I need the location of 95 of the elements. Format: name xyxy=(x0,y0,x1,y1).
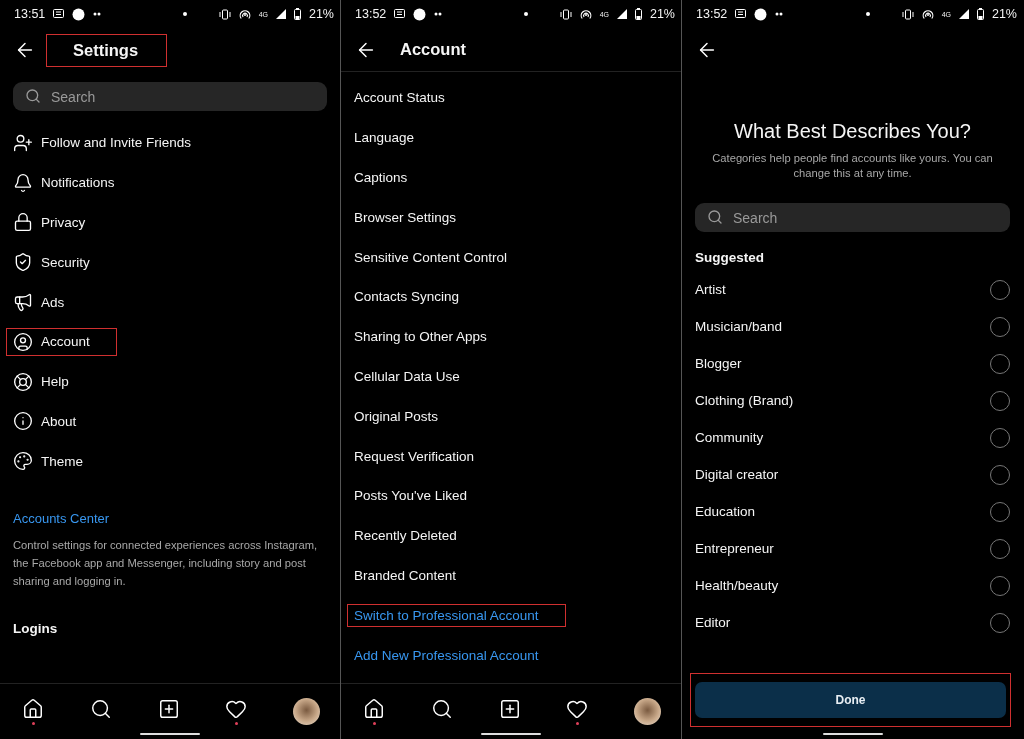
home-icon[interactable] xyxy=(22,698,44,725)
section-title: Suggested xyxy=(695,250,765,266)
battery-icon xyxy=(976,8,984,20)
section-title: Logins xyxy=(13,620,59,636)
dot-icon xyxy=(182,12,187,16)
home-icon[interactable] xyxy=(363,698,385,725)
battery-icon xyxy=(634,8,642,20)
menu-item[interactable]: Sharing to Other Apps xyxy=(347,325,494,349)
page-subtitle: Categories help people find accounts like yours. You can change this at any time. xyxy=(711,151,994,182)
circle-icon xyxy=(72,7,86,21)
menu-item[interactable]: Recently Deleted xyxy=(347,524,464,548)
signal-icon xyxy=(958,9,969,19)
menu-item-icon xyxy=(13,212,33,233)
dot-icon xyxy=(523,12,528,16)
home-indicator xyxy=(140,733,200,735)
page-title: What Best Describes You? xyxy=(733,120,972,143)
menu-item[interactable]: Notifications xyxy=(6,168,122,197)
dots-icon xyxy=(434,12,443,16)
menu-item-icon xyxy=(13,172,33,193)
signal-icon xyxy=(616,9,627,19)
category-label: Blogger xyxy=(695,354,742,373)
menu-item[interactable]: Sensitive Content Control xyxy=(347,245,515,269)
menu-item[interactable]: Privacy xyxy=(6,208,93,237)
screen-title: Account xyxy=(399,39,467,60)
menu-item[interactable]: Account Status xyxy=(347,86,452,110)
menu-item-icon xyxy=(13,411,33,432)
message-icon xyxy=(53,9,65,19)
circle-icon xyxy=(413,7,427,21)
battery-level: 21% xyxy=(649,5,675,23)
search-field[interactable]: Search xyxy=(695,203,1010,233)
hotspot-icon xyxy=(238,8,251,20)
avatar[interactable] xyxy=(293,698,320,725)
search-icon xyxy=(707,209,723,226)
accounts-center-link[interactable]: Accounts Center xyxy=(13,511,327,527)
menu-item-icon xyxy=(13,252,33,273)
message-icon xyxy=(394,9,406,19)
menu-item[interactable]: Account xyxy=(6,327,117,356)
menu-item-icon xyxy=(13,132,33,153)
battery-level: 21% xyxy=(991,5,1017,23)
menu-item[interactable]: Follow and Invite Friends xyxy=(6,128,199,157)
menu-item-icon xyxy=(13,331,33,352)
category-label: Editor xyxy=(695,613,731,632)
heart-icon[interactable] xyxy=(225,698,248,725)
category-label: Community xyxy=(695,428,764,447)
accounts-center-description: Control settings for connected experiences across Instagram, the Facebook app and Messenger, including story and post sharing and logging in. xyxy=(13,538,319,590)
circle-icon xyxy=(754,7,768,21)
signal-icon xyxy=(275,9,286,19)
category-label: Digital creator xyxy=(695,465,779,484)
menu-link[interactable]: Switch to Professional Account xyxy=(347,603,566,627)
menu-item[interactable]: Captions xyxy=(347,166,415,189)
menu-item[interactable]: Branded Content xyxy=(347,563,464,587)
hotspot-icon xyxy=(579,8,592,20)
dot-icon xyxy=(865,12,870,16)
status-time: 13:52 xyxy=(696,5,728,23)
menu-item[interactable]: Request Verification xyxy=(347,444,482,468)
home-indicator xyxy=(481,733,541,735)
category-label: Education xyxy=(695,502,756,521)
category-label: Musician/band xyxy=(695,317,783,336)
battery-level: 21% xyxy=(308,5,334,23)
menu-item[interactable]: Ads xyxy=(6,288,72,317)
battery-icon xyxy=(293,8,301,20)
screen-title: Settings xyxy=(46,33,168,67)
vibrate-icon xyxy=(218,8,231,20)
dots-icon xyxy=(93,12,102,16)
heart-icon[interactable] xyxy=(566,698,589,725)
dots-icon xyxy=(775,12,784,16)
menu-link[interactable]: Add New Professional Account xyxy=(347,643,546,667)
menu-item[interactable]: Theme xyxy=(6,447,91,476)
avatar[interactable] xyxy=(634,698,661,725)
menu-item[interactable]: About xyxy=(6,407,84,436)
menu-item[interactable]: Contacts Syncing xyxy=(347,285,467,309)
menu-item-icon xyxy=(13,451,33,472)
category-label: Artist xyxy=(695,280,726,299)
menu-item[interactable]: Browser Settings xyxy=(347,205,464,229)
search-field[interactable]: Search xyxy=(13,82,327,111)
home-indicator xyxy=(822,733,883,735)
menu-item[interactable]: Help xyxy=(6,367,76,396)
category-label: Clothing (Brand) xyxy=(695,391,794,410)
search-icon xyxy=(25,88,41,104)
hotspot-icon xyxy=(921,8,934,20)
category-label: Health/beauty xyxy=(695,576,779,595)
menu-item[interactable]: Security xyxy=(6,248,97,277)
status-time: 13:51 xyxy=(14,5,46,23)
menu-item[interactable]: Posts You've Liked xyxy=(347,484,474,508)
category-label: Entrepreneur xyxy=(695,539,774,558)
message-icon xyxy=(735,9,747,19)
menu-item[interactable]: Original Posts xyxy=(347,404,446,428)
vibrate-icon xyxy=(559,8,572,20)
vibrate-icon xyxy=(901,8,914,20)
menu-item[interactable]: Language xyxy=(347,126,422,150)
menu-item[interactable]: Cellular Data Use xyxy=(347,364,467,388)
menu-item-icon xyxy=(13,292,33,313)
status-time: 13:52 xyxy=(355,5,387,23)
menu-item-icon xyxy=(13,371,33,392)
done-button[interactable]: Done xyxy=(695,682,1006,718)
